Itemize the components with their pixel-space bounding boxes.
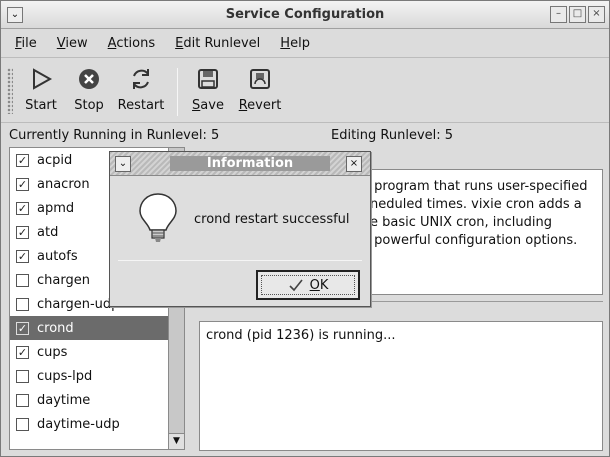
service-row[interactable]: daytime — [10, 388, 168, 412]
service-row[interactable]: ✓ crond — [10, 316, 168, 340]
information-dialog: ⌄ Information × crond restart successful… — [109, 151, 371, 307]
service-name: cups-lpd — [37, 368, 93, 384]
service-name: autofs — [37, 248, 78, 264]
stop-button[interactable]: Stop — [69, 64, 109, 113]
menu-edit-runlevel[interactable]: Edit Runlevel — [165, 36, 270, 51]
dialog-close-button[interactable]: × — [346, 156, 362, 172]
service-checkbox[interactable]: ✓ — [16, 153, 29, 167]
window-controls: – □ × — [550, 6, 605, 23]
maximize-button[interactable]: □ — [569, 6, 586, 23]
restart-button[interactable]: Restart — [113, 64, 169, 113]
revert-button[interactable]: Revert — [235, 64, 285, 113]
menu-bar: File View Actions Edit Runlevel Help — [1, 30, 609, 56]
service-name: chargen — [37, 272, 90, 288]
stop-icon — [79, 69, 99, 89]
service-name: acpid — [37, 152, 73, 168]
revert-icon — [250, 69, 270, 89]
window-title: Service Configuration — [225, 7, 385, 22]
scroll-down-arrow-icon[interactable]: ▼ — [169, 433, 184, 449]
service-name: chargen-udp — [37, 296, 120, 312]
runlevel-status-row: Currently Running in Runlevel: 5 Editing… — [1, 124, 609, 146]
service-checkbox[interactable] — [16, 417, 29, 431]
dialog-message: crond restart successful — [194, 212, 350, 227]
toolbar-separator — [177, 68, 178, 116]
service-checkbox[interactable]: ✓ — [16, 177, 29, 191]
service-checkbox[interactable]: ✓ — [16, 321, 29, 335]
service-name: daytime-udp — [37, 416, 120, 432]
dialog-title: Information — [170, 156, 330, 171]
menu-actions[interactable]: Actions — [98, 36, 166, 51]
dialog-separator — [118, 260, 362, 261]
service-row[interactable]: cups-lpd — [10, 364, 168, 388]
service-status-text: crond (pid 1236) is running... — [206, 328, 396, 343]
service-checkbox[interactable]: ✓ — [16, 201, 29, 215]
lightbulb-icon — [136, 192, 180, 250]
service-checkbox[interactable]: ✓ — [16, 225, 29, 239]
service-name: daytime — [37, 392, 91, 408]
dialog-menu-button[interactable]: ⌄ — [115, 156, 131, 172]
toolbar-grip-handle[interactable] — [7, 68, 13, 114]
service-checkbox[interactable]: ✓ — [16, 345, 29, 359]
toolbar: Start Stop Restart Save Revert — [1, 57, 609, 123]
service-name: anacron — [37, 176, 90, 192]
play-icon — [33, 68, 53, 90]
start-button[interactable]: Start — [19, 64, 63, 113]
service-status-pane: crond (pid 1236) is running... — [199, 321, 603, 451]
service-checkbox[interactable]: ✓ — [16, 249, 29, 263]
service-name: cups — [37, 344, 68, 360]
service-row[interactable]: daytime-udp — [10, 412, 168, 436]
restart-icon — [133, 69, 149, 89]
service-checkbox[interactable] — [16, 297, 29, 311]
service-configuration-window: ⌄ Service Configuration – □ × File View … — [0, 0, 610, 457]
current-runlevel-label: Currently Running in Runlevel: 5 — [9, 128, 220, 143]
service-checkbox[interactable] — [16, 273, 29, 287]
service-name: crond — [37, 320, 74, 336]
service-checkbox[interactable] — [16, 369, 29, 383]
menu-view[interactable]: View — [47, 36, 98, 51]
dialog-title-bar[interactable]: ⌄ Information × — [110, 152, 370, 176]
title-bar[interactable]: ⌄ Service Configuration – □ × — [1, 1, 609, 29]
menu-file[interactable]: File — [5, 36, 47, 51]
minimize-button[interactable]: – — [550, 6, 567, 23]
save-button[interactable]: Save — [185, 64, 231, 113]
service-checkbox[interactable] — [16, 393, 29, 407]
close-button[interactable]: × — [588, 6, 605, 23]
service-row[interactable]: ✓ cups — [10, 340, 168, 364]
floppy-disk-icon — [198, 69, 218, 89]
editing-runlevel-label: Editing Runlevel: 5 — [331, 128, 454, 143]
focus-ring — [261, 275, 355, 295]
ok-button[interactable]: OK — [256, 270, 360, 300]
menu-help[interactable]: Help — [270, 36, 320, 51]
service-name: apmd — [37, 200, 75, 216]
service-name: atd — [37, 224, 59, 240]
